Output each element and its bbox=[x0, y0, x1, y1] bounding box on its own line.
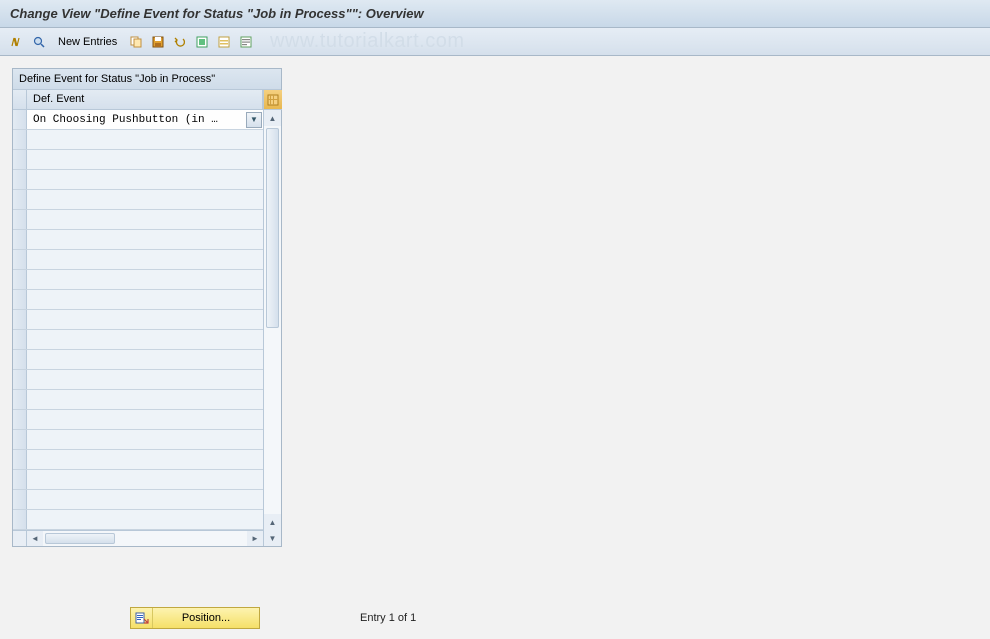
def-event-cell[interactable] bbox=[27, 230, 263, 249]
position-button[interactable]: Position... bbox=[130, 607, 260, 629]
panel-header: Define Event for Status "Job in Process" bbox=[13, 69, 281, 90]
table-row: On Choosing Pushbutton (in …▼ bbox=[13, 110, 263, 130]
row-selector[interactable] bbox=[13, 430, 27, 449]
row-selector[interactable] bbox=[13, 210, 27, 229]
position-label: Position... bbox=[153, 612, 259, 624]
row-selector[interactable] bbox=[13, 390, 27, 409]
def-event-cell[interactable] bbox=[27, 170, 263, 189]
scroll-right-icon[interactable]: ► bbox=[247, 531, 263, 546]
footer: Position... Entry 1 of 1 bbox=[0, 607, 990, 629]
def-event-cell[interactable]: On Choosing Pushbutton (in …▼ bbox=[27, 110, 263, 129]
table-row bbox=[13, 390, 263, 410]
table-row bbox=[13, 250, 263, 270]
content-area: Define Event for Status "Job in Process"… bbox=[0, 56, 990, 559]
def-event-cell[interactable] bbox=[27, 210, 263, 229]
toggle-icon[interactable] bbox=[8, 33, 26, 51]
def-event-cell[interactable] bbox=[27, 150, 263, 169]
row-selector[interactable] bbox=[13, 110, 27, 129]
v-scroll-thumb[interactable] bbox=[266, 128, 279, 328]
def-event-cell[interactable] bbox=[27, 450, 263, 469]
table-row bbox=[13, 330, 263, 350]
def-event-cell[interactable] bbox=[27, 410, 263, 429]
v-scroll-track[interactable] bbox=[264, 126, 281, 514]
def-event-cell[interactable] bbox=[27, 470, 263, 489]
define-event-panel: Define Event for Status "Job in Process"… bbox=[12, 68, 282, 547]
row-selector[interactable] bbox=[13, 370, 27, 389]
entry-count-text: Entry 1 of 1 bbox=[360, 612, 416, 624]
def-event-cell[interactable] bbox=[27, 250, 263, 269]
table-row bbox=[13, 350, 263, 370]
def-event-cell[interactable] bbox=[27, 130, 263, 149]
def-event-cell[interactable] bbox=[27, 270, 263, 289]
scroll-left-icon[interactable]: ◄ bbox=[27, 531, 43, 546]
table-row bbox=[13, 450, 263, 470]
cell-text: On Choosing Pushbutton (in … bbox=[27, 114, 246, 126]
def-event-cell[interactable] bbox=[27, 390, 263, 409]
h-scroll-thumb[interactable] bbox=[45, 533, 115, 544]
row-selector[interactable] bbox=[13, 510, 27, 529]
table-row bbox=[13, 290, 263, 310]
def-event-cell[interactable] bbox=[27, 490, 263, 509]
find-icon[interactable] bbox=[30, 33, 48, 51]
save-icon[interactable] bbox=[149, 33, 167, 51]
table-row bbox=[13, 190, 263, 210]
def-event-cell[interactable] bbox=[27, 330, 263, 349]
row-selector[interactable] bbox=[13, 190, 27, 209]
page-title: Change View "Define Event for Status "Jo… bbox=[0, 0, 990, 28]
table-row bbox=[13, 410, 263, 430]
select-all-icon[interactable] bbox=[193, 33, 211, 51]
position-icon bbox=[131, 608, 153, 628]
undo-icon[interactable] bbox=[171, 33, 189, 51]
table-row bbox=[13, 230, 263, 250]
dropdown-arrow-icon[interactable]: ▼ bbox=[246, 112, 262, 128]
row-selector[interactable] bbox=[13, 170, 27, 189]
def-event-cell[interactable] bbox=[27, 290, 263, 309]
table-row bbox=[13, 470, 263, 490]
row-selector[interactable] bbox=[13, 450, 27, 469]
def-event-cell[interactable] bbox=[27, 190, 263, 209]
row-selector[interactable] bbox=[13, 230, 27, 249]
table-row bbox=[13, 510, 263, 530]
table-row bbox=[13, 370, 263, 390]
scroll-down-icon[interactable]: ▼ bbox=[264, 530, 281, 546]
watermark-text: www.tutorialkart.com bbox=[270, 30, 465, 53]
def-event-cell[interactable] bbox=[27, 350, 263, 369]
row-selector[interactable] bbox=[13, 150, 27, 169]
table-row bbox=[13, 150, 263, 170]
row-selector[interactable] bbox=[13, 330, 27, 349]
row-selector-header[interactable] bbox=[13, 90, 27, 109]
horizontal-scrollbar[interactable]: ◄ ► bbox=[13, 530, 263, 546]
table-body: Def. Event On Choosing Pushbutton (in …▼… bbox=[13, 90, 263, 546]
table-row bbox=[13, 170, 263, 190]
def-event-cell[interactable] bbox=[27, 510, 263, 529]
row-selector[interactable] bbox=[13, 290, 27, 309]
row-selector[interactable] bbox=[13, 250, 27, 269]
scroll-up-end-icon[interactable]: ▲ bbox=[264, 514, 281, 530]
table-settings-icon[interactable] bbox=[264, 90, 282, 110]
deselect-icon[interactable] bbox=[215, 33, 233, 51]
table-row bbox=[13, 490, 263, 510]
print-icon[interactable] bbox=[237, 33, 255, 51]
def-event-cell[interactable] bbox=[27, 430, 263, 449]
toolbar: New Entries www.tutorialkart.com bbox=[0, 28, 990, 56]
copy-icon[interactable] bbox=[127, 33, 145, 51]
row-selector[interactable] bbox=[13, 410, 27, 429]
row-selector[interactable] bbox=[13, 310, 27, 329]
row-selector[interactable] bbox=[13, 270, 27, 289]
column-header-def-event[interactable]: Def. Event bbox=[27, 90, 263, 109]
table-row bbox=[13, 210, 263, 230]
table-row bbox=[13, 130, 263, 150]
def-event-cell[interactable] bbox=[27, 370, 263, 389]
new-entries-button[interactable]: New Entries bbox=[52, 36, 123, 48]
vertical-scrollbar-area: ▲ ▲ ▼ bbox=[263, 90, 281, 546]
row-selector[interactable] bbox=[13, 470, 27, 489]
row-selector[interactable] bbox=[13, 350, 27, 369]
row-selector[interactable] bbox=[13, 130, 27, 149]
table-row bbox=[13, 270, 263, 290]
def-event-cell[interactable] bbox=[27, 310, 263, 329]
row-selector[interactable] bbox=[13, 490, 27, 509]
scroll-up-icon[interactable]: ▲ bbox=[264, 110, 281, 126]
table-row bbox=[13, 310, 263, 330]
table-row bbox=[13, 430, 263, 450]
